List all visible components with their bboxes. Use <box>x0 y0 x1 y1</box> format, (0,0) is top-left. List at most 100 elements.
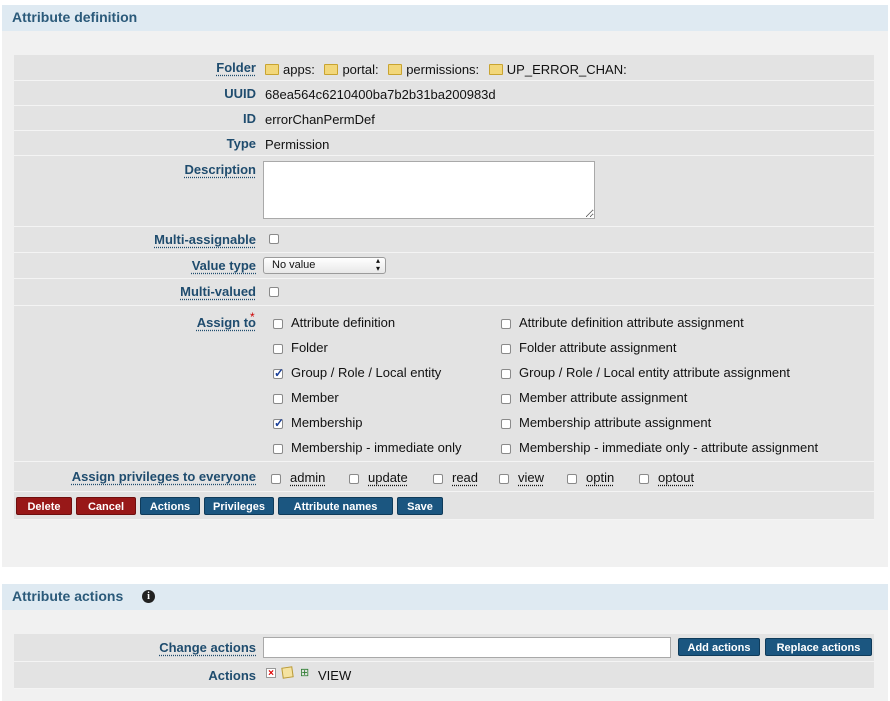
privilege-read[interactable]: read <box>433 470 478 485</box>
privilege-view[interactable]: view <box>499 470 544 485</box>
value-type-select[interactable]: No value ▴ ▾ <box>263 257 386 274</box>
checkbox[interactable] <box>639 473 649 484</box>
assign-option[interactable]: Membership - immediate only <box>273 440 462 455</box>
option-label: Membership - immediate only <box>291 440 462 455</box>
multi-valued-row: Multi-valued <box>14 279 874 306</box>
cancel-button[interactable]: Cancel <box>76 497 136 515</box>
option-label: Membership - immediate only - attribute … <box>519 440 819 455</box>
folder-icon <box>488 64 503 76</box>
description-textarea[interactable] <box>263 161 595 219</box>
checkbox[interactable] <box>271 473 281 484</box>
checkbox[interactable] <box>501 343 511 354</box>
privilege-update[interactable]: update <box>349 470 408 485</box>
assign-to-label[interactable]: Assign to <box>197 315 256 330</box>
option-label: Group / Role / Local entity attribute as… <box>519 365 790 380</box>
assign-option[interactable]: Group / Role / Local entity attribute as… <box>501 365 790 380</box>
multi-valued-label[interactable]: Multi-valued <box>180 284 256 299</box>
id-label: ID <box>243 111 256 126</box>
checkbox[interactable] <box>501 443 511 454</box>
multi-assignable-row: Multi-assignable <box>14 227 874 253</box>
multi-assignable-label[interactable]: Multi-assignable <box>154 232 256 247</box>
id-value: errorChanPermDef <box>265 112 375 127</box>
privilege-label: read <box>452 470 479 485</box>
attribute-names-button[interactable]: Attribute names <box>278 497 393 515</box>
type-value: Permission <box>265 137 330 152</box>
folder-link[interactable]: UP_ERROR_CHAN: <box>507 62 627 77</box>
privilege-label: view <box>518 470 545 485</box>
description-row: Description <box>14 156 874 227</box>
add-actions-button[interactable]: Add actions <box>678 638 760 656</box>
folder-link[interactable]: portal: <box>342 62 378 77</box>
checkbox[interactable] <box>501 393 511 404</box>
checkbox[interactable] <box>349 473 359 484</box>
option-label: Attribute definition attribute assignmen… <box>519 315 744 330</box>
assign-option[interactable]: Membership <box>273 415 363 430</box>
checkbox[interactable] <box>273 393 283 404</box>
checkbox[interactable] <box>273 366 284 380</box>
panel-title: Attribute definition <box>12 9 138 25</box>
assign-option[interactable]: Folder <box>273 340 328 355</box>
checkbox[interactable] <box>499 473 509 484</box>
info-icon[interactable]: i <box>142 590 155 603</box>
checkbox[interactable] <box>273 318 283 329</box>
change-actions-row: Change actions Add actions Replace actio… <box>14 634 874 662</box>
replace-actions-button[interactable]: Replace actions <box>765 638 872 656</box>
folder-label[interactable]: Folder <box>216 60 256 75</box>
privilege-optin[interactable]: optin <box>567 470 614 485</box>
change-actions-input[interactable] <box>263 637 671 658</box>
assign-option[interactable]: Member <box>273 390 339 405</box>
type-label: Type <box>226 136 256 151</box>
change-actions-label[interactable]: Change actions <box>159 640 256 655</box>
option-label: Membership attribute assignment <box>519 415 712 430</box>
uuid-value: 68ea564c6210400ba7b2b31ba200983d <box>265 87 496 102</box>
panel-header: Attribute actions i <box>2 584 888 610</box>
checkbox[interactable] <box>501 318 511 329</box>
assign-option[interactable]: Member attribute assignment <box>501 390 687 405</box>
checkbox[interactable] <box>273 343 283 354</box>
checkbox[interactable] <box>501 368 511 379</box>
folder-icon <box>265 64 279 76</box>
checkbox[interactable] <box>501 418 511 429</box>
option-label: Member <box>291 390 339 405</box>
checkbox[interactable] <box>273 416 284 430</box>
hierarchy-icon[interactable]: ⊞ <box>300 667 312 679</box>
description-label[interactable]: Description <box>184 162 256 177</box>
option-label: Attribute definition <box>291 315 396 330</box>
privileges-row: Assign privileges to everyone admin upda… <box>14 462 874 492</box>
delete-button[interactable]: Delete <box>16 497 72 515</box>
value-type-label[interactable]: Value type <box>192 258 256 273</box>
assign-option[interactable]: Attribute definition <box>273 315 395 330</box>
privilege-label: update <box>368 470 408 485</box>
privilege-admin[interactable]: admin <box>271 470 325 485</box>
privileges-label[interactable]: Assign privileges to everyone <box>72 469 256 484</box>
assign-option[interactable]: Membership - immediate only - attribute … <box>501 440 818 455</box>
type-row: Type Permission <box>14 131 874 156</box>
panel-title: Attribute actions <box>12 588 124 604</box>
attribute-actions-panel: Attribute actions i Change actions Add a… <box>2 584 888 701</box>
panel-header: Attribute definition <box>2 5 888 31</box>
checkbox[interactable] <box>273 443 283 454</box>
checkbox[interactable] <box>433 473 443 484</box>
folder-row: Folder apps: portal: permissions: UP_ERR… <box>14 55 874 81</box>
privileges-button[interactable]: Privileges <box>204 497 274 515</box>
assign-option[interactable]: Membership attribute assignment <box>501 415 711 430</box>
multi-valued-checkbox[interactable] <box>269 287 279 297</box>
assign-option[interactable]: Group / Role / Local entity <box>273 365 441 380</box>
assign-option[interactable]: Folder attribute assignment <box>501 340 677 355</box>
actions-value: VIEW <box>318 668 352 683</box>
multi-assignable-checkbox[interactable] <box>269 234 279 244</box>
checkbox[interactable] <box>567 473 577 484</box>
edit-icon[interactable] <box>281 666 294 679</box>
folder-link[interactable]: apps: <box>283 62 315 77</box>
save-button[interactable]: Save <box>397 497 443 515</box>
actions-button[interactable]: Actions <box>140 497 200 515</box>
folder-link[interactable]: permissions: <box>406 62 479 77</box>
privilege-optout[interactable]: optout <box>639 470 694 485</box>
folder-icon <box>324 64 339 76</box>
folder-icon <box>388 64 403 76</box>
option-label: Group / Role / Local entity <box>291 365 442 380</box>
delete-icon[interactable]: × <box>266 668 276 679</box>
assign-option[interactable]: Attribute definition attribute assignmen… <box>501 315 744 330</box>
option-label: Folder <box>291 340 328 355</box>
required-marker: * <box>250 310 255 324</box>
